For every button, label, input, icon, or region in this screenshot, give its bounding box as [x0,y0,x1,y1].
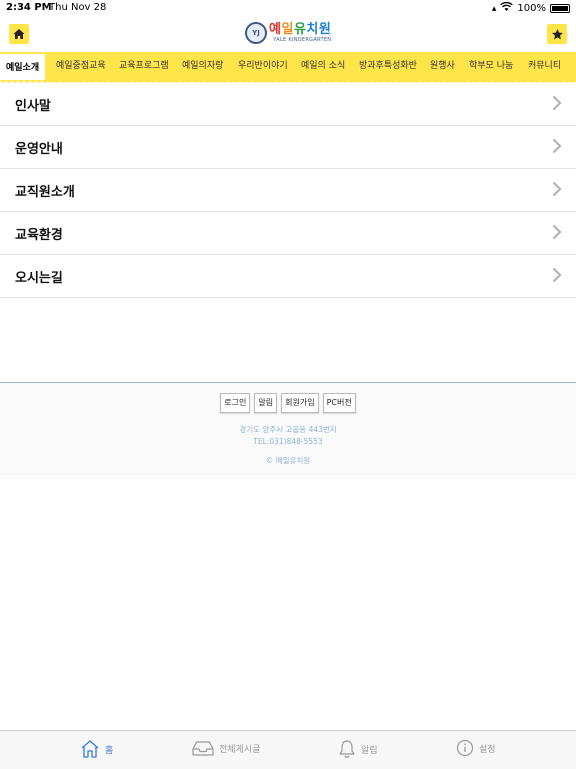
nav-tab-pride[interactable]: 예일의자랑 [182,52,223,82]
list-item-environment[interactable]: 교육환경 [0,212,576,255]
signup-button[interactable]: 회원가입 [281,393,319,413]
status-date: Thu Nov 28 [49,2,107,13]
app-header: YJ 예일유치원 YALE KINDERGARTEN [0,16,576,52]
kindergarten-logo[interactable]: YJ 예일유치원 YALE KINDERGARTEN [245,22,331,44]
list-item-greeting[interactable]: 인사말 [0,83,576,126]
tab-label: 홈 [105,745,114,756]
chevron-right-icon [552,224,562,240]
tab-label: 설정 [479,744,496,755]
logo-text: 예일유치원 YALE KINDERGARTEN [269,22,332,44]
list-item-label: 운영안내 [15,142,63,157]
chevron-right-icon [552,267,562,283]
tab-settings[interactable]: 설정 [456,739,496,757]
nav-tab-class-story[interactable]: 우리반이야기 [238,52,288,82]
tab-label: 전체게시글 [219,744,261,755]
pc-version-button[interactable]: PC버전 [322,393,356,413]
nav-tab-community[interactable]: 커뮤니티 [528,52,561,82]
list-item-label: 교직원소개 [15,185,75,200]
chevron-right-icon [552,138,562,154]
nav-tab-focus-education[interactable]: 예일중점교육 [56,52,106,82]
nav-tab-afterschool[interactable]: 방과후특성화반 [359,52,417,82]
home-icon [13,29,25,39]
battery-icon [550,4,570,13]
tab-label: 알림 [361,745,378,756]
site-footer: 로그인 알림 회원가입 PC버전 경기도 양주시 고읍동 443번지 TEL:0… [0,382,576,479]
home-button[interactable] [9,24,29,44]
nav-tab-events[interactable]: 원행사 [430,52,455,82]
nav-tab-intro[interactable]: 예일소개 [0,52,46,82]
info-icon [456,739,474,757]
battery-percent: 100% [517,3,546,14]
wifi-icon [500,1,514,15]
notification-button[interactable]: 알림 [254,393,278,413]
tab-all-posts[interactable]: 전체게시글 [192,739,260,757]
status-right: ▴ 100% [491,1,570,15]
logo-emblem: YJ [245,22,267,44]
logo-subtitle: YALE KINDERGARTEN [273,37,332,43]
list-item-directions[interactable]: 오시는길 [0,255,576,298]
footer-tel: TEL:031)848-5553 [253,437,323,446]
status-bar: 2:34 PM Thu Nov 28 ▴ 100% [0,0,576,16]
inbox-icon [192,741,214,756]
category-nav: 예일소개 예일중점교육 교육프로그램 예일의자랑 우리반이야기 예일의 소식 방… [0,52,576,82]
list-item-label: 인사말 [15,99,51,114]
login-button[interactable]: 로그인 [220,393,251,413]
nav-tab-parents[interactable]: 학부모 나눔 [469,52,513,82]
footer-copyright: © 예일유치원 [265,456,311,465]
signal-icon: ▴ [491,3,497,14]
status-time: 2:34 PM [6,2,52,13]
nav-tab-program[interactable]: 교육프로그램 [119,52,169,82]
nav-tab-news[interactable]: 예일의 소식 [301,52,345,82]
home-icon [81,740,99,758]
bottom-tab-bar: 홈 전체게시글 알림 설정 [0,730,576,769]
footer-address: 경기도 양주시 고읍동 443번지 [239,425,337,434]
footer-buttons: 로그인 알림 회원가입 PC버전 [0,393,576,413]
chevron-right-icon [552,181,562,197]
tab-home[interactable]: 홈 [80,739,113,759]
star-icon [551,28,563,39]
tab-notifications[interactable]: 알림 [338,739,378,759]
submenu-list: 인사말 운영안내 교직원소개 교육환경 오시는길 [0,83,576,298]
bell-icon [339,740,355,758]
favorite-button[interactable] [547,24,567,44]
list-item-staff[interactable]: 교직원소개 [0,169,576,212]
list-item-operation[interactable]: 운영안내 [0,126,576,169]
list-item-label: 오시는길 [15,271,63,286]
logo-title: 예일유치원 [269,22,332,37]
list-item-label: 교육환경 [15,228,63,243]
chevron-right-icon [552,95,562,111]
